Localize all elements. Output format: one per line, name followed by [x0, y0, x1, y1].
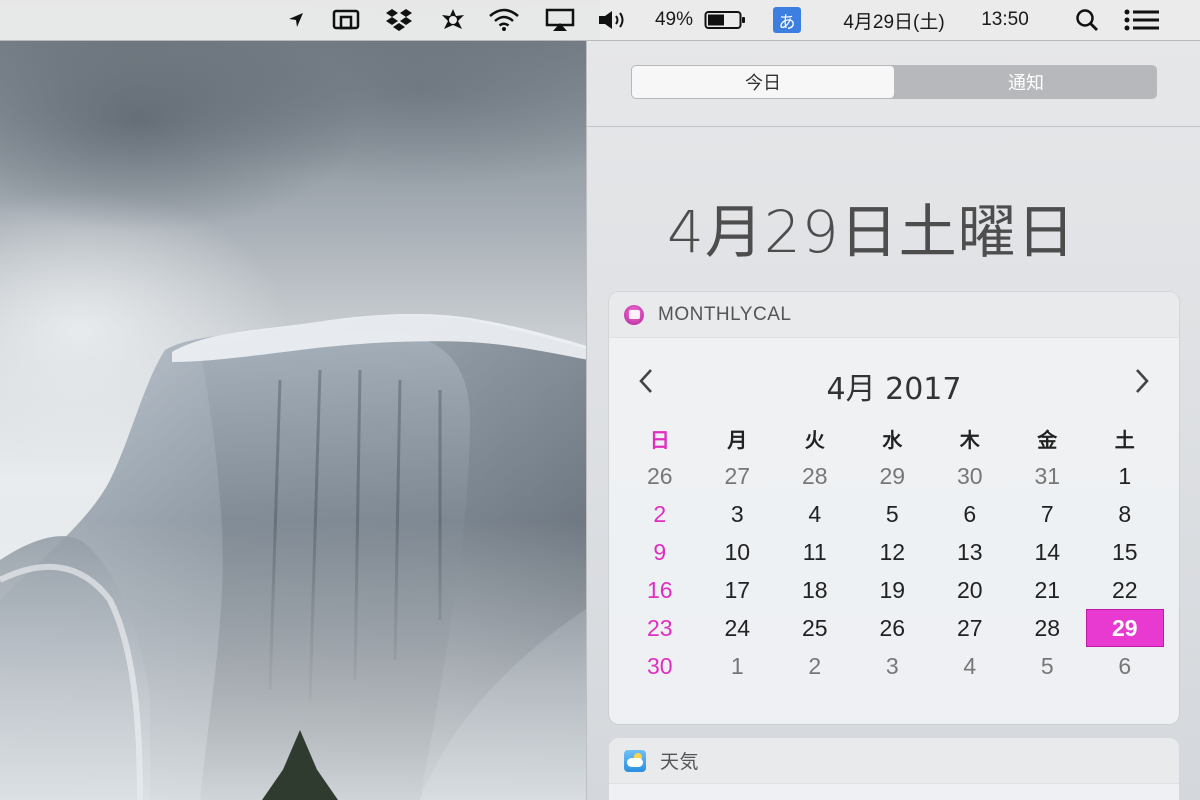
calendar-day[interactable]: 5	[1009, 647, 1087, 685]
weekday-label: 火	[804, 429, 825, 452]
calendar-day[interactable]: 20	[931, 571, 1009, 609]
week-row: 16 17 18 19 20 21 22	[621, 571, 1177, 609]
tab-today[interactable]: 今日	[632, 66, 894, 98]
calendar-day[interactable]: 2	[776, 647, 854, 685]
input-method-icon[interactable]: あ	[772, 0, 802, 40]
divider	[587, 126, 1200, 127]
weather-app-icon	[624, 749, 646, 772]
calendar-day[interactable]: 4	[931, 647, 1009, 685]
weekday-label: 土	[1114, 429, 1135, 452]
weather-widget: 天気	[609, 738, 1179, 800]
calendar-day[interactable]: 14	[1009, 533, 1087, 571]
calendar-day[interactable]: 19	[854, 571, 932, 609]
monthlycal-app-icon	[624, 304, 644, 325]
calendar-day[interactable]: 7	[1009, 495, 1087, 533]
calendar-navigation: 4月 2017	[609, 338, 1179, 423]
calendar-day[interactable]: 23	[621, 609, 699, 647]
location-arrow-icon[interactable]	[283, 0, 309, 40]
notification-center-icon[interactable]	[1122, 0, 1162, 40]
calendar-day[interactable]: 27	[931, 609, 1009, 647]
tab-notifications[interactable]: 通知	[895, 65, 1157, 99]
calendar-day[interactable]: 15	[1086, 533, 1164, 571]
calendar-day[interactable]: 6	[1086, 647, 1164, 685]
weekday-label: 金	[1037, 429, 1058, 452]
calendar-day[interactable]: 30	[621, 647, 699, 685]
date-heading: 4月29日土曜日	[667, 198, 1076, 266]
calendar-day[interactable]: 13	[931, 533, 1009, 571]
battery-percent[interactable]: 49%	[648, 0, 700, 40]
week-row: 26 27 28 29 30 31 1	[621, 457, 1177, 495]
view-segmented-control: 今日 通知	[631, 65, 1157, 99]
calendar-day[interactable]: 25	[776, 609, 854, 647]
calendar-day[interactable]: 29	[854, 457, 932, 495]
airplay-display-icon[interactable]	[543, 0, 577, 40]
dropbox-icon[interactable]	[383, 0, 415, 40]
volume-icon[interactable]	[596, 0, 628, 40]
widget-header: MONTHLYCAL	[609, 292, 1179, 338]
calendar-day[interactable]: 18	[776, 571, 854, 609]
spotlight-search-icon[interactable]	[1072, 0, 1102, 40]
calendar-day[interactable]: 1	[1086, 457, 1164, 495]
menu-bar: 49% あ 4月29日(土) 13:50	[0, 0, 1200, 41]
calendar-day[interactable]: 22	[1086, 571, 1164, 609]
menubar-time[interactable]: 13:50	[968, 0, 1042, 40]
calendar-day[interactable]: 30	[931, 457, 1009, 495]
calendar-day[interactable]: 9	[621, 533, 699, 571]
wifi-icon[interactable]	[486, 0, 522, 40]
battery-icon[interactable]	[703, 0, 747, 40]
week-row: 23 24 25 26 27 28 29	[621, 609, 1177, 647]
monthlycal-widget: MONTHLYCAL 4月 2017 日月火水木金土 26 27 28 29 30 31 1…	[609, 292, 1179, 724]
weekday-header-row: 日月火水木金土	[621, 419, 1177, 457]
weekday-label: 木	[959, 429, 980, 452]
input-method-badge: あ	[773, 7, 801, 33]
month-title: 4月 2017	[826, 372, 962, 407]
calendar-day[interactable]: 3	[854, 647, 932, 685]
week-row: 9 10 11 12 13 14 15	[621, 533, 1177, 571]
app-sync-icon[interactable]	[437, 0, 469, 40]
next-month-icon[interactable]	[1127, 364, 1157, 398]
calendar-day[interactable]: 5	[854, 495, 932, 533]
calendar-day[interactable]: 4	[776, 495, 854, 533]
weekday-label: 水	[882, 429, 903, 452]
week-row: 30 1 2 3 4 5 6	[621, 647, 1177, 685]
calendar-day[interactable]: 11	[776, 533, 854, 571]
calendar-day[interactable]: 26	[621, 457, 699, 495]
airplay-cast-icon[interactable]	[330, 0, 362, 40]
widget-title: MONTHLYCAL	[658, 303, 792, 325]
calendar-day[interactable]: 26	[854, 609, 932, 647]
calendar-day[interactable]: 28	[776, 457, 854, 495]
calendar-day[interactable]: 3	[699, 495, 777, 533]
calendar-day-today[interactable]: 29	[1086, 609, 1164, 647]
calendar-day[interactable]: 6	[931, 495, 1009, 533]
widget-header: 天気	[609, 738, 1179, 784]
calendar-day[interactable]: 16	[621, 571, 699, 609]
week-row: 2345678	[621, 495, 1177, 533]
desktop-wallpaper	[0, 0, 600, 800]
calendar-day[interactable]: 28	[1009, 609, 1087, 647]
mountain-illustration	[0, 314, 600, 800]
calendar-day[interactable]: 1	[699, 647, 777, 685]
calendar-day[interactable]: 31	[1009, 457, 1087, 495]
calendar-day[interactable]: 10	[699, 533, 777, 571]
weekday-label: 月	[727, 429, 748, 452]
calendar-day[interactable]: 12	[854, 533, 932, 571]
notification-center-panel: 今日 通知 4月29日土曜日 MONTHLYCAL 4月 2017 日 月 火 水 木 金…	[586, 40, 1200, 800]
calendar-day[interactable]: 27	[699, 457, 777, 495]
calendar-day[interactable]: 17	[699, 571, 777, 609]
calendar-day[interactable]: 8	[1086, 495, 1164, 533]
weekday-label: 日	[649, 429, 670, 452]
calendar-day[interactable]: 21	[1009, 571, 1087, 609]
widget-title: 天気	[660, 752, 700, 773]
menubar-date[interactable]: 4月29日(土)	[826, 0, 962, 40]
calendar-day[interactable]: 2	[621, 495, 699, 533]
calendar-day[interactable]: 24	[699, 609, 777, 647]
calendar-grid: 日月火水木金土 26 27 28 29 30 31 1 2 3 4 5 6 7 8 9 10 11 12 13 14 1…	[621, 419, 1177, 685]
